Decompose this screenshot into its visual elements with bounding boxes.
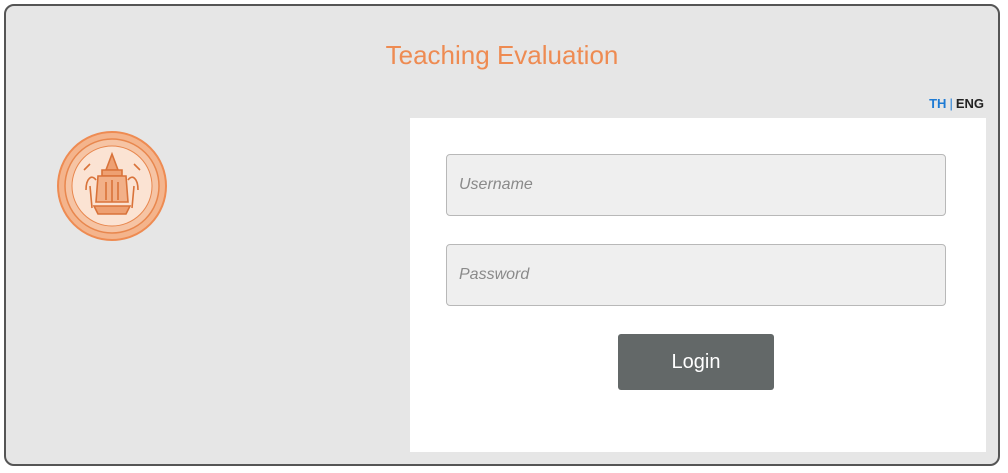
language-switcher: TH | ENG: [929, 96, 984, 111]
login-button[interactable]: Login: [618, 334, 774, 390]
login-panel: Login: [410, 118, 986, 452]
username-input[interactable]: [446, 154, 946, 216]
password-input[interactable]: [446, 244, 946, 306]
lang-th-link[interactable]: TH: [929, 96, 946, 111]
page-title: Teaching Evaluation: [385, 40, 619, 70]
login-window: Teaching Evaluation TH|ENG Login: [4, 4, 1000, 466]
lang-separator: |: [949, 96, 953, 111]
university-seal-icon: [57, 131, 167, 241]
lang-eng-link[interactable]: ENG: [956, 96, 984, 111]
